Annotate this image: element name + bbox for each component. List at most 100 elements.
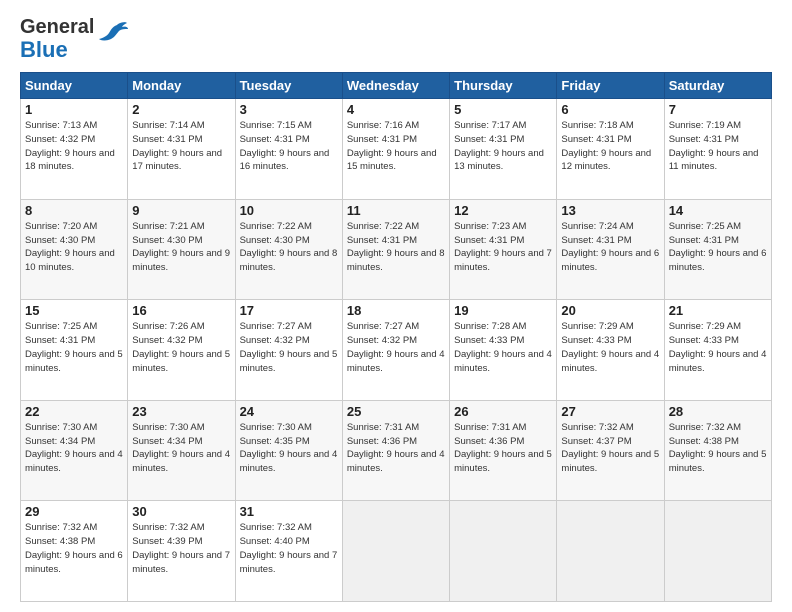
logo-bird-icon (97, 21, 129, 49)
calendar-cell: 4 Sunrise: 7:16 AMSunset: 4:31 PMDaylight… (342, 99, 449, 200)
calendar-cell: 2 Sunrise: 7:14 AMSunset: 4:31 PMDaylight… (128, 99, 235, 200)
calendar-cell: 5 Sunrise: 7:17 AMSunset: 4:31 PMDaylight… (450, 99, 557, 200)
day-number: 21 (669, 303, 767, 318)
day-info: Sunrise: 7:32 AMSunset: 4:39 PMDaylight:… (132, 521, 230, 576)
day-number: 7 (669, 102, 767, 117)
weekday-header-row: SundayMondayTuesdayWednesdayThursdayFrid… (21, 73, 772, 99)
page: General Blue SundayMondayTuesdayWednesda… (0, 0, 792, 612)
day-info: Sunrise: 7:17 AMSunset: 4:31 PMDaylight:… (454, 119, 552, 174)
calendar-cell: 3 Sunrise: 7:15 AMSunset: 4:31 PMDaylight… (235, 99, 342, 200)
day-number: 26 (454, 404, 552, 419)
calendar-cell: 27 Sunrise: 7:32 AMSunset: 4:37 PMDayligh… (557, 400, 664, 501)
calendar-cell (664, 501, 771, 602)
day-info: Sunrise: 7:23 AMSunset: 4:31 PMDaylight:… (454, 220, 552, 275)
logo: General Blue (20, 16, 129, 62)
week-row-1: 1Sunrise: 7:13 AMSunset: 4:32 PMDaylight… (21, 99, 772, 200)
day-info: Sunrise: 7:32 AMSunset: 4:38 PMDaylight:… (25, 521, 123, 576)
day-number: 11 (347, 203, 445, 218)
calendar-cell: 14 Sunrise: 7:25 AMSunset: 4:31 PMDayligh… (664, 199, 771, 300)
day-info: Sunrise: 7:29 AMSunset: 4:33 PMDaylight:… (669, 320, 767, 375)
day-info: Sunrise: 7:30 AMSunset: 4:34 PMDaylight:… (25, 421, 123, 476)
calendar-cell (450, 501, 557, 602)
day-info: Sunrise: 7:30 AMSunset: 4:34 PMDaylight:… (132, 421, 230, 476)
weekday-header-sunday: Sunday (21, 73, 128, 99)
calendar-cell: 10Sunrise: 7:22 AMSunset: 4:30 PMDayligh… (235, 199, 342, 300)
day-info: Sunrise: 7:14 AMSunset: 4:31 PMDaylight:… (132, 119, 230, 174)
day-number: 5 (454, 102, 552, 117)
week-row-2: 8Sunrise: 7:20 AMSunset: 4:30 PMDaylight… (21, 199, 772, 300)
day-number: 14 (669, 203, 767, 218)
day-number: 6 (561, 102, 659, 117)
day-number: 9 (132, 203, 230, 218)
calendar-cell: 22 Sunrise: 7:30 AMSunset: 4:34 PMDayligh… (21, 400, 128, 501)
day-info: Sunrise: 7:19 AMSunset: 4:31 PMDaylight:… (669, 119, 767, 174)
day-info: Sunrise: 7:32 AMSunset: 4:37 PMDaylight:… (561, 421, 659, 476)
calendar-cell: 7 Sunrise: 7:19 AMSunset: 4:31 PMDaylight… (664, 99, 771, 200)
day-info: Sunrise: 7:31 AMSunset: 4:36 PMDaylight:… (347, 421, 445, 476)
day-number: 29 (25, 504, 123, 519)
calendar-cell: 31 Sunrise: 7:32 AMSunset: 4:40 PMDayligh… (235, 501, 342, 602)
day-info: Sunrise: 7:25 AMSunset: 4:31 PMDaylight:… (669, 220, 767, 275)
calendar-cell: 15 Sunrise: 7:25 AMSunset: 4:31 PMDayligh… (21, 300, 128, 401)
day-info: Sunrise: 7:18 AMSunset: 4:31 PMDaylight:… (561, 119, 659, 174)
day-number: 24 (240, 404, 338, 419)
day-number: 16 (132, 303, 230, 318)
calendar-cell: 23 Sunrise: 7:30 AMSunset: 4:34 PMDayligh… (128, 400, 235, 501)
day-info: Sunrise: 7:30 AMSunset: 4:35 PMDaylight:… (240, 421, 338, 476)
day-number: 23 (132, 404, 230, 419)
calendar-cell: 19Sunrise: 7:28 AMSunset: 4:33 PMDayligh… (450, 300, 557, 401)
day-number: 18 (347, 303, 445, 318)
day-number: 31 (240, 504, 338, 519)
calendar-cell: 1Sunrise: 7:13 AMSunset: 4:32 PMDaylight… (21, 99, 128, 200)
day-info: Sunrise: 7:22 AMSunset: 4:31 PMDaylight:… (347, 220, 445, 275)
calendar-cell: 29 Sunrise: 7:32 AMSunset: 4:38 PMDayligh… (21, 501, 128, 602)
day-number: 28 (669, 404, 767, 419)
day-info: Sunrise: 7:32 AMSunset: 4:38 PMDaylight:… (669, 421, 767, 476)
day-number: 10 (240, 203, 338, 218)
day-info: Sunrise: 7:29 AMSunset: 4:33 PMDaylight:… (561, 320, 659, 375)
calendar-cell (342, 501, 449, 602)
day-number: 25 (347, 404, 445, 419)
day-number: 22 (25, 404, 123, 419)
day-number: 2 (132, 102, 230, 117)
week-row-5: 29 Sunrise: 7:32 AMSunset: 4:38 PMDayligh… (21, 501, 772, 602)
weekday-header-wednesday: Wednesday (342, 73, 449, 99)
day-number: 4 (347, 102, 445, 117)
calendar-cell: 12 Sunrise: 7:23 AMSunset: 4:31 PMDayligh… (450, 199, 557, 300)
calendar-cell: 21 Sunrise: 7:29 AMSunset: 4:33 PMDayligh… (664, 300, 771, 401)
calendar-cell: 6 Sunrise: 7:18 AMSunset: 4:31 PMDaylight… (557, 99, 664, 200)
calendar-cell: 8Sunrise: 7:20 AMSunset: 4:30 PMDaylight… (21, 199, 128, 300)
calendar-cell: 11 Sunrise: 7:22 AMSunset: 4:31 PMDayligh… (342, 199, 449, 300)
day-info: Sunrise: 7:20 AMSunset: 4:30 PMDaylight:… (25, 220, 123, 275)
weekday-header-thursday: Thursday (450, 73, 557, 99)
weekday-header-monday: Monday (128, 73, 235, 99)
day-info: Sunrise: 7:32 AMSunset: 4:40 PMDaylight:… (240, 521, 338, 576)
day-info: Sunrise: 7:16 AMSunset: 4:31 PMDaylight:… (347, 119, 445, 174)
day-number: 27 (561, 404, 659, 419)
day-info: Sunrise: 7:27 AMSunset: 4:32 PMDaylight:… (240, 320, 338, 375)
weekday-header-saturday: Saturday (664, 73, 771, 99)
calendar-cell: 9Sunrise: 7:21 AMSunset: 4:30 PMDaylight… (128, 199, 235, 300)
day-number: 15 (25, 303, 123, 318)
week-row-4: 22 Sunrise: 7:30 AMSunset: 4:34 PMDayligh… (21, 400, 772, 501)
calendar-cell: 17 Sunrise: 7:27 AMSunset: 4:32 PMDayligh… (235, 300, 342, 401)
day-number: 12 (454, 203, 552, 218)
calendar-cell: 26 Sunrise: 7:31 AMSunset: 4:36 PMDayligh… (450, 400, 557, 501)
calendar-cell: 13Sunrise: 7:24 AMSunset: 4:31 PMDayligh… (557, 199, 664, 300)
day-number: 3 (240, 102, 338, 117)
day-info: Sunrise: 7:27 AMSunset: 4:32 PMDaylight:… (347, 320, 445, 375)
day-info: Sunrise: 7:31 AMSunset: 4:36 PMDaylight:… (454, 421, 552, 476)
day-info: Sunrise: 7:15 AMSunset: 4:31 PMDaylight:… (240, 119, 338, 174)
calendar-cell: 16Sunrise: 7:26 AMSunset: 4:32 PMDayligh… (128, 300, 235, 401)
day-info: Sunrise: 7:13 AMSunset: 4:32 PMDaylight:… (25, 119, 123, 174)
logo-text: General Blue (20, 16, 94, 62)
day-number: 13 (561, 203, 659, 218)
calendar-cell: 25 Sunrise: 7:31 AMSunset: 4:36 PMDayligh… (342, 400, 449, 501)
weekday-header-tuesday: Tuesday (235, 73, 342, 99)
day-info: Sunrise: 7:25 AMSunset: 4:31 PMDaylight:… (25, 320, 123, 375)
weekday-header-friday: Friday (557, 73, 664, 99)
calendar-cell: 18 Sunrise: 7:27 AMSunset: 4:32 PMDayligh… (342, 300, 449, 401)
day-number: 19 (454, 303, 552, 318)
calendar-table: SundayMondayTuesdayWednesdayThursdayFrid… (20, 72, 772, 602)
day-number: 17 (240, 303, 338, 318)
